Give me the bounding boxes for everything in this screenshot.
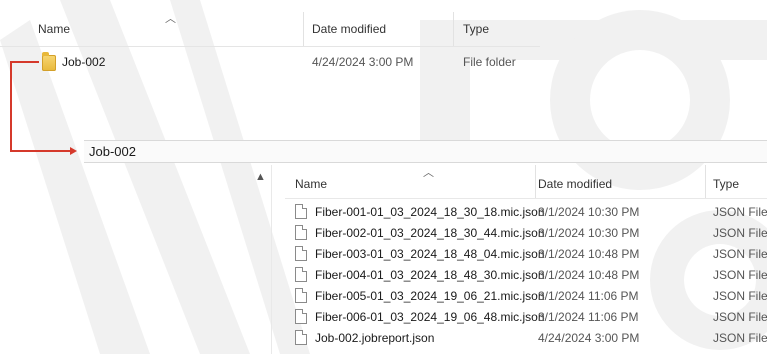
file-type: JSON File bbox=[713, 268, 767, 282]
file-date: 3/1/2024 11:06 PM bbox=[538, 310, 639, 324]
file-name: Fiber-001-01_03_2024_18_30_18.mic.json bbox=[315, 205, 545, 219]
top-name-column-header[interactable]: Name bbox=[38, 22, 70, 36]
file-date: 3/1/2024 11:06 PM bbox=[538, 289, 639, 303]
address-path: Job-002 bbox=[89, 144, 136, 159]
header-divider bbox=[0, 46, 540, 47]
folder-icon bbox=[42, 52, 56, 71]
bottom-date-column-header[interactable]: Date modified bbox=[538, 177, 612, 191]
file-type: JSON File bbox=[713, 226, 767, 240]
connector-line bbox=[10, 150, 70, 152]
file-date: 3/1/2024 10:30 PM bbox=[538, 226, 640, 240]
bottom-column-header: Name ︿ Date modified Type bbox=[285, 165, 767, 199]
folder-row[interactable]: Job-002 4/24/2024 3:00 PM File folder bbox=[0, 52, 540, 74]
file-type: JSON File bbox=[713, 331, 767, 345]
file-row[interactable]: Fiber-001-01_03_2024_18_30_18.mic.json 3… bbox=[285, 203, 767, 224]
sort-caret-icon: ︿ bbox=[165, 13, 176, 25]
sort-caret-icon: ︿ bbox=[423, 167, 434, 179]
file-name: Fiber-006-01_03_2024_19_06_48.mic.json bbox=[315, 310, 545, 324]
document-icon bbox=[295, 288, 307, 303]
folder-type: File folder bbox=[463, 55, 516, 69]
file-date: 3/1/2024 10:48 PM bbox=[538, 247, 640, 261]
file-type: JSON File bbox=[713, 289, 767, 303]
folder-name: Job-002 bbox=[62, 55, 106, 69]
file-name: Fiber-004-01_03_2024_18_48_30.mic.json bbox=[315, 268, 545, 282]
top-date-column-header[interactable]: Date modified bbox=[312, 22, 386, 36]
header-divider bbox=[285, 198, 767, 199]
top-column-header: Name ︿ Date modified Type bbox=[0, 12, 540, 48]
column-divider[interactable] bbox=[303, 12, 304, 46]
file-type: JSON File bbox=[713, 310, 767, 324]
column-divider[interactable] bbox=[453, 12, 454, 46]
document-icon bbox=[295, 330, 307, 345]
file-name: Fiber-005-01_03_2024_19_06_21.mic.json bbox=[315, 289, 545, 303]
file-type: JSON File bbox=[713, 205, 767, 219]
arrow-right-icon bbox=[70, 147, 77, 155]
column-divider[interactable] bbox=[535, 165, 536, 199]
bottom-type-column-header[interactable]: Type bbox=[713, 177, 739, 191]
file-date: 3/1/2024 10:30 PM bbox=[538, 205, 640, 219]
file-row[interactable]: Fiber-004-01_03_2024_18_48_30.mic.json 3… bbox=[285, 266, 767, 287]
file-name: Job-002.jobreport.json bbox=[315, 331, 435, 345]
document-icon bbox=[295, 204, 307, 219]
file-type: JSON File bbox=[713, 247, 767, 261]
file-row[interactable]: Job-002.jobreport.json 4/24/2024 3:00 PM… bbox=[285, 329, 767, 350]
document-icon bbox=[295, 225, 307, 240]
file-row[interactable]: Fiber-006-01_03_2024_19_06_48.mic.json 3… bbox=[285, 308, 767, 329]
document-icon bbox=[295, 246, 307, 261]
connector-line bbox=[10, 61, 39, 63]
file-row[interactable]: Fiber-002-01_03_2024_18_30_44.mic.json 3… bbox=[285, 224, 767, 245]
document-icon bbox=[295, 267, 307, 282]
address-bar[interactable]: Job-002 bbox=[84, 140, 767, 163]
file-row[interactable]: Fiber-005-01_03_2024_19_06_21.mic.json 3… bbox=[285, 287, 767, 308]
connector-line bbox=[10, 61, 12, 151]
bottom-name-column-header[interactable]: Name bbox=[295, 177, 327, 191]
file-date: 3/1/2024 10:48 PM bbox=[538, 268, 640, 282]
scrollbar-track[interactable] bbox=[271, 165, 272, 354]
folder-date: 4/24/2024 3:00 PM bbox=[312, 55, 414, 69]
file-name: Fiber-002-01_03_2024_18_30_44.mic.json bbox=[315, 226, 545, 240]
file-row[interactable]: Fiber-003-01_03_2024_18_48_04.mic.json 3… bbox=[285, 245, 767, 266]
column-divider[interactable] bbox=[705, 165, 706, 199]
top-type-column-header[interactable]: Type bbox=[463, 22, 489, 36]
file-date: 4/24/2024 3:00 PM bbox=[538, 331, 640, 345]
scroll-up-icon[interactable]: ▲ bbox=[255, 171, 266, 183]
document-icon bbox=[295, 309, 307, 324]
file-name: Fiber-003-01_03_2024_18_48_04.mic.json bbox=[315, 247, 545, 261]
